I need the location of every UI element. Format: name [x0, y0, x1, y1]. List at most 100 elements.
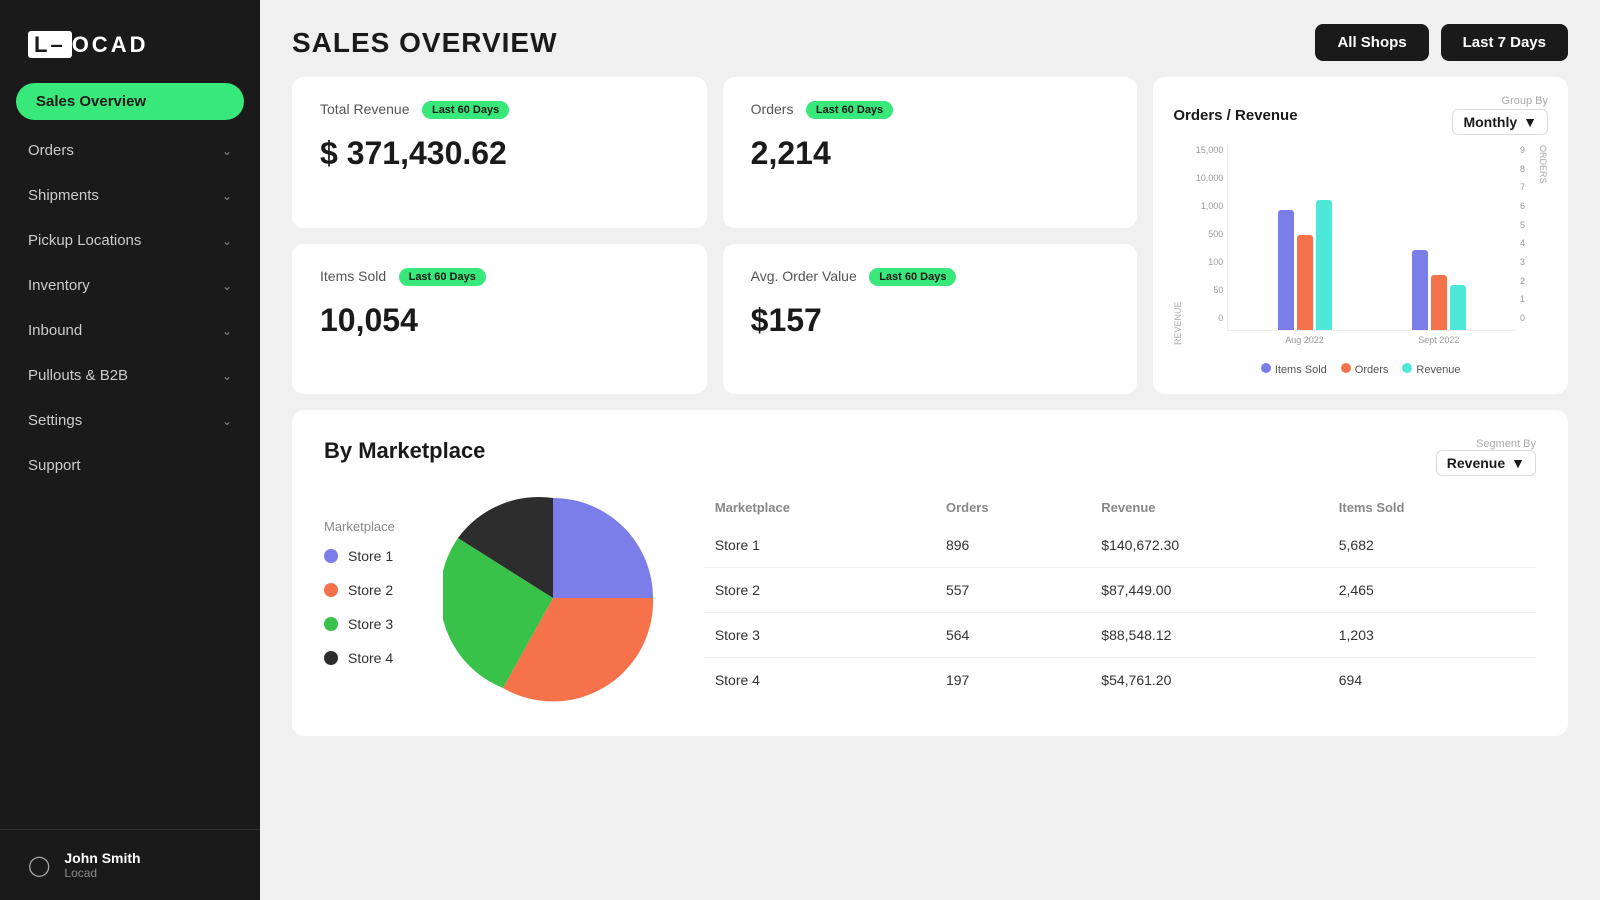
logo: L–OCAD	[0, 0, 260, 79]
page-title: SALES OVERVIEW	[292, 27, 558, 59]
bar-revenue-sept	[1450, 285, 1466, 330]
total-revenue-card: Total Revenue Last 60 Days $ 371,430.62	[292, 77, 707, 228]
sidebar-item-inventory[interactable]: Inventory ⌄	[0, 263, 260, 308]
pie-left: By Marketplace Marketplace Store 1	[324, 438, 663, 708]
legend-label-store4: Store 4	[348, 650, 393, 666]
legend-store2: Store 2	[324, 582, 395, 598]
x-label-aug: Aug 2022	[1237, 331, 1371, 345]
table-row: Store 3 564 $88,548.12 1,203	[703, 613, 1536, 658]
bar-orders-sept	[1431, 275, 1447, 330]
chevron-down-icon: ⌄	[222, 234, 232, 248]
user-company: Locad	[64, 866, 140, 880]
sidebar-item-shipments[interactable]: Shipments ⌄	[0, 173, 260, 218]
user-name: John Smith	[64, 850, 140, 866]
segment-by-label: Segment By	[1476, 438, 1536, 450]
sidebar-item-inbound[interactable]: Inbound ⌄	[0, 308, 260, 353]
sidebar-item-settings[interactable]: Settings ⌄	[0, 398, 260, 443]
cell-orders: 896	[934, 523, 1089, 568]
bar-group-sept	[1372, 190, 1506, 330]
chevron-down-icon: ⌄	[222, 279, 232, 293]
segment-by-select[interactable]: Revenue ▼	[1436, 450, 1536, 476]
legend-circle-store2	[324, 583, 338, 597]
stats-section: Total Revenue Last 60 Days $ 371,430.62 …	[260, 77, 1600, 410]
col-marketplace: Marketplace	[703, 492, 934, 523]
legend-header: Marketplace	[324, 519, 395, 534]
table-row: Store 1 896 $140,672.30 5,682	[703, 523, 1536, 568]
y-axis-revenue-label: REVENUE	[1173, 145, 1183, 345]
bar-items-sold-aug	[1278, 210, 1294, 330]
avg-order-value-card: Avg. Order Value Last 60 Days $157	[723, 244, 1138, 395]
sidebar-item-sales-overview[interactable]: Sales Overview	[16, 83, 244, 120]
group-by-select[interactable]: Monthly ▼	[1452, 109, 1548, 135]
sidebar-item-support[interactable]: Support	[0, 443, 260, 488]
sidebar-label-inbound: Inbound	[28, 322, 82, 339]
sidebar-label-orders: Orders	[28, 142, 74, 159]
marketplace-title: By Marketplace	[324, 438, 663, 464]
items-sold-label: Items Sold	[320, 268, 386, 284]
y-axis-orders-label: ORDERS	[1538, 145, 1548, 345]
orders-badge: Last 60 Days	[806, 101, 893, 119]
legend-label-store3: Store 3	[348, 616, 393, 632]
cell-orders: 564	[934, 613, 1089, 658]
bar-items-sold-sept	[1412, 250, 1428, 330]
sidebar-item-pickup-locations[interactable]: Pickup Locations ⌄	[0, 218, 260, 263]
legend-circle-store1	[324, 549, 338, 563]
sidebar: L–OCAD Sales Overview Orders ⌄ Shipments…	[0, 0, 260, 900]
marketplace-legend-label: Marketplace Store 1 Store 2	[324, 519, 395, 666]
cell-orders: 197	[934, 658, 1089, 703]
legend-items-sold: Items Sold	[1261, 363, 1327, 376]
y-axis-right: 9876543210	[1516, 145, 1536, 345]
legend-label-store1: Store 1	[348, 548, 393, 564]
user-profile: ◯ John Smith Locad	[0, 829, 260, 900]
chart-legend: Items Sold Orders Revenue	[1173, 363, 1548, 376]
bar-chart-area: REVENUE 15,00010,0001,000500100500	[1173, 145, 1548, 345]
sidebar-label-shipments: Shipments	[28, 187, 99, 204]
cell-revenue: $87,449.00	[1089, 568, 1326, 613]
col-revenue: Revenue	[1089, 492, 1326, 523]
y-axis-left: 15,00010,0001,000500100500	[1185, 145, 1227, 345]
sidebar-item-orders[interactable]: Orders ⌄	[0, 128, 260, 173]
all-shops-button[interactable]: All Shops	[1315, 24, 1428, 61]
items-sold-badge: Last 60 Days	[399, 268, 486, 286]
sidebar-item-pullouts[interactable]: Pullouts & B2B ⌄	[0, 353, 260, 398]
cell-revenue: $140,672.30	[1089, 523, 1326, 568]
legend-label-store2: Store 2	[348, 582, 393, 598]
bar-group-aug	[1238, 190, 1372, 330]
cell-items-sold: 1,203	[1327, 613, 1536, 658]
legend-orders: Orders	[1341, 363, 1389, 376]
legend-store4: Store 4	[324, 650, 395, 666]
legend-dot-revenue	[1402, 363, 1412, 373]
col-orders: Orders	[934, 492, 1089, 523]
marketplace-legend: Store 1 Store 2 Store 3	[324, 548, 395, 666]
orders-label: Orders	[751, 101, 794, 117]
orders-revenue-chart-card: Orders / Revenue Group By Monthly ▼ REVE…	[1153, 77, 1568, 394]
cell-items-sold: 5,682	[1327, 523, 1536, 568]
total-revenue-badge: Last 60 Days	[422, 101, 509, 119]
avg-order-badge: Last 60 Days	[869, 268, 956, 286]
marketplace-card: By Marketplace Marketplace Store 1	[292, 410, 1568, 736]
chart-title: Orders / Revenue	[1173, 107, 1297, 124]
pie-chart	[443, 488, 663, 708]
chart-header: Orders / Revenue Group By Monthly ▼	[1173, 95, 1548, 135]
chevron-down-icon: ▼	[1523, 114, 1537, 130]
cell-orders: 557	[934, 568, 1089, 613]
chevron-down-icon: ⌄	[222, 324, 232, 338]
sidebar-nav: Orders ⌄ Shipments ⌄ Pickup Locations ⌄ …	[0, 128, 260, 488]
sidebar-label-pullouts: Pullouts & B2B	[28, 367, 128, 384]
legend-dot-items-sold	[1261, 363, 1271, 373]
total-revenue-label: Total Revenue	[320, 101, 410, 117]
chevron-down-icon: ▼	[1511, 455, 1525, 471]
avg-order-value: $157	[751, 302, 1110, 339]
last-days-button[interactable]: Last 7 Days	[1441, 24, 1568, 61]
pie-slice-store1	[553, 498, 653, 598]
avg-order-label: Avg. Order Value	[751, 268, 857, 284]
cell-items-sold: 2,465	[1327, 568, 1536, 613]
orders-value: 2,214	[751, 135, 1110, 172]
cell-marketplace: Store 4	[703, 658, 934, 703]
items-sold-card: Items Sold Last 60 Days 10,054	[292, 244, 707, 395]
marketplace-section: By Marketplace Marketplace Store 1	[260, 410, 1600, 768]
items-sold-value: 10,054	[320, 302, 679, 339]
x-label-sept: Sept 2022	[1372, 331, 1506, 345]
chevron-down-icon: ⌄	[222, 369, 232, 383]
logo-text: L–OCAD	[28, 28, 148, 58]
